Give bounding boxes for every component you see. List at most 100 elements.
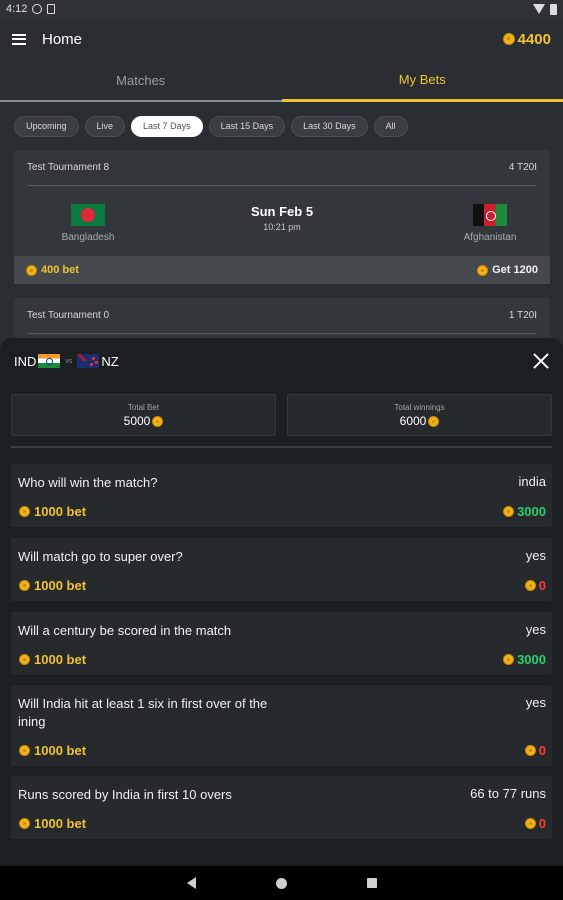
divider <box>27 333 537 334</box>
match-card-header: Test Tournament 0 1 T20I <box>14 298 550 333</box>
total-bet-label: Total Bet <box>127 403 160 412</box>
bet-winnings-value: 0 <box>538 578 546 593</box>
bet-answer: 66 to 77 runs <box>470 786 546 801</box>
divider <box>11 446 552 448</box>
bet-card: Runs scored by India in first 10 overs 6… <box>11 776 552 839</box>
bet-stake-value: 1000 bet <box>34 816 87 831</box>
bet-stake: 1000 bet <box>19 816 86 831</box>
filter-chips: Upcoming Live Last 7 Days Last 15 Days L… <box>0 102 563 150</box>
match-card[interactable]: Test Tournament 8 4 T20I Bangladesh Sun … <box>14 150 550 284</box>
coin-balance-value: 4400 <box>517 30 551 48</box>
menu-icon[interactable] <box>12 33 26 45</box>
filter-live[interactable]: Live <box>84 115 126 137</box>
bet-amount: 400 bet <box>26 264 79 276</box>
total-winnings-label: Total winnings <box>394 403 445 412</box>
filter-last-7-days[interactable]: Last 7 Days <box>131 115 203 137</box>
total-winnings-box: Total winnings 6000 <box>287 394 552 436</box>
app-bar: Home 4400 <box>0 18 563 60</box>
bet-details-sheet: IND vs NZ Total Bet 5000 Total winnings … <box>0 338 563 866</box>
match-card-body: Bangladesh Sun Feb 5 10:21 pm Afghanista… <box>14 186 550 256</box>
bet-amount-value: 400 bet <box>41 264 79 276</box>
bet-winnings: 0 <box>524 578 546 593</box>
bet-winnings: 0 <box>524 743 546 758</box>
bet-question: Will India hit at least 1 six in first o… <box>18 696 268 729</box>
bet-winnings: 0 <box>524 816 546 831</box>
bet-answer: yes <box>525 695 546 710</box>
bet-question: Will a century be scored in the match <box>18 623 232 638</box>
potential-winnings-value: Get 1200 <box>492 264 538 276</box>
tournament-name: Test Tournament 8 <box>27 162 110 173</box>
coin-icon <box>524 580 536 591</box>
bet-question: Who will win the match? <box>18 475 158 490</box>
bet-winnings: 3000 <box>503 504 546 519</box>
bet-question: Will match go to super over? <box>18 549 183 564</box>
total-winnings-value: 6000 <box>399 414 427 428</box>
potential-winnings: Get 1200 <box>477 264 538 276</box>
total-bet-box: Total Bet 5000 <box>11 394 276 436</box>
vs-label: vs <box>65 357 73 365</box>
coin-icon <box>19 580 30 591</box>
bet-stake: 1000 bet <box>19 504 86 519</box>
recents-icon[interactable] <box>366 878 377 888</box>
team-away: Afghanistan <box>430 204 550 243</box>
filter-last-30-days[interactable]: Last 30 Days <box>291 115 368 137</box>
bet-card: Will India hit at least 1 six in first o… <box>11 685 552 766</box>
match-format: 1 T20I <box>508 310 537 321</box>
filter-last-15-days[interactable]: Last 15 Days <box>208 115 286 137</box>
sheet-header: IND vs NZ <box>0 338 563 384</box>
main-tabs: Matches My Bets <box>0 60 563 102</box>
bet-stake-value: 1000 bet <box>34 743 87 758</box>
coin-icon <box>524 818 536 829</box>
wifi-icon <box>533 4 545 14</box>
coin-icon <box>26 264 37 276</box>
match-format: 4 T20I <box>508 162 537 173</box>
bet-winnings-value: 0 <box>538 816 546 831</box>
tab-matches[interactable]: Matches <box>0 60 282 102</box>
tournament-name: Test Tournament 0 <box>27 310 110 321</box>
bets-list: Test Tournament 8 4 T20I Bangladesh Sun … <box>0 150 563 358</box>
notification-icon <box>32 4 43 14</box>
coin-balance[interactable]: 4400 <box>502 30 551 48</box>
coin-icon <box>19 745 30 756</box>
new-zealand-flag-icon <box>77 354 100 368</box>
close-icon[interactable] <box>533 353 549 369</box>
team-away-name: Afghanistan <box>463 232 517 243</box>
status-bar: 4:12 <box>0 0 563 18</box>
coin-icon <box>503 506 515 517</box>
bet-question: Runs scored by India in first 10 overs <box>18 787 232 802</box>
bet-winnings-value: 0 <box>538 743 546 758</box>
storage-icon <box>47 4 56 14</box>
bet-answer: yes <box>525 548 546 563</box>
coin-icon <box>19 506 30 517</box>
system-nav-bar <box>0 866 563 900</box>
match-card-header: Test Tournament 8 4 T20I <box>14 150 550 185</box>
total-winnings-value-row: 6000 <box>288 414 551 428</box>
bet-stake-value: 1000 bet <box>34 578 87 593</box>
team2-code: NZ <box>101 353 119 369</box>
coin-icon <box>152 415 164 427</box>
total-bet-value: 5000 <box>123 414 151 428</box>
bet-stake: 1000 bet <box>19 578 86 593</box>
team1-code: IND <box>14 353 37 369</box>
page-title: Home <box>42 30 83 48</box>
bet-card: Will a century be scored in the match ye… <box>11 612 552 675</box>
bet-totals: Total Bet 5000 Total winnings 6000 <box>11 394 552 436</box>
coin-icon <box>19 818 30 829</box>
bet-stake: 1000 bet <box>19 743 86 758</box>
total-bet-value-row: 5000 <box>12 414 275 428</box>
battery-icon <box>550 3 557 15</box>
status-time: 4:12 <box>6 3 28 15</box>
coin-icon <box>503 654 515 665</box>
home-icon[interactable] <box>275 877 287 889</box>
tab-my-bets[interactable]: My Bets <box>281 60 563 102</box>
bet-answer: india <box>518 474 546 489</box>
bet-winnings-value: 3000 <box>517 652 546 667</box>
bet-card: Who will win the match? india 1000 bet 3… <box>11 464 552 527</box>
bet-winnings-value: 3000 <box>517 504 546 519</box>
filter-upcoming[interactable]: Upcoming <box>14 115 79 137</box>
coin-icon <box>19 654 30 665</box>
afghanistan-flag-icon <box>473 204 507 226</box>
filter-all[interactable]: All <box>373 115 408 137</box>
back-icon[interactable] <box>186 877 196 889</box>
coin-icon <box>502 33 515 45</box>
